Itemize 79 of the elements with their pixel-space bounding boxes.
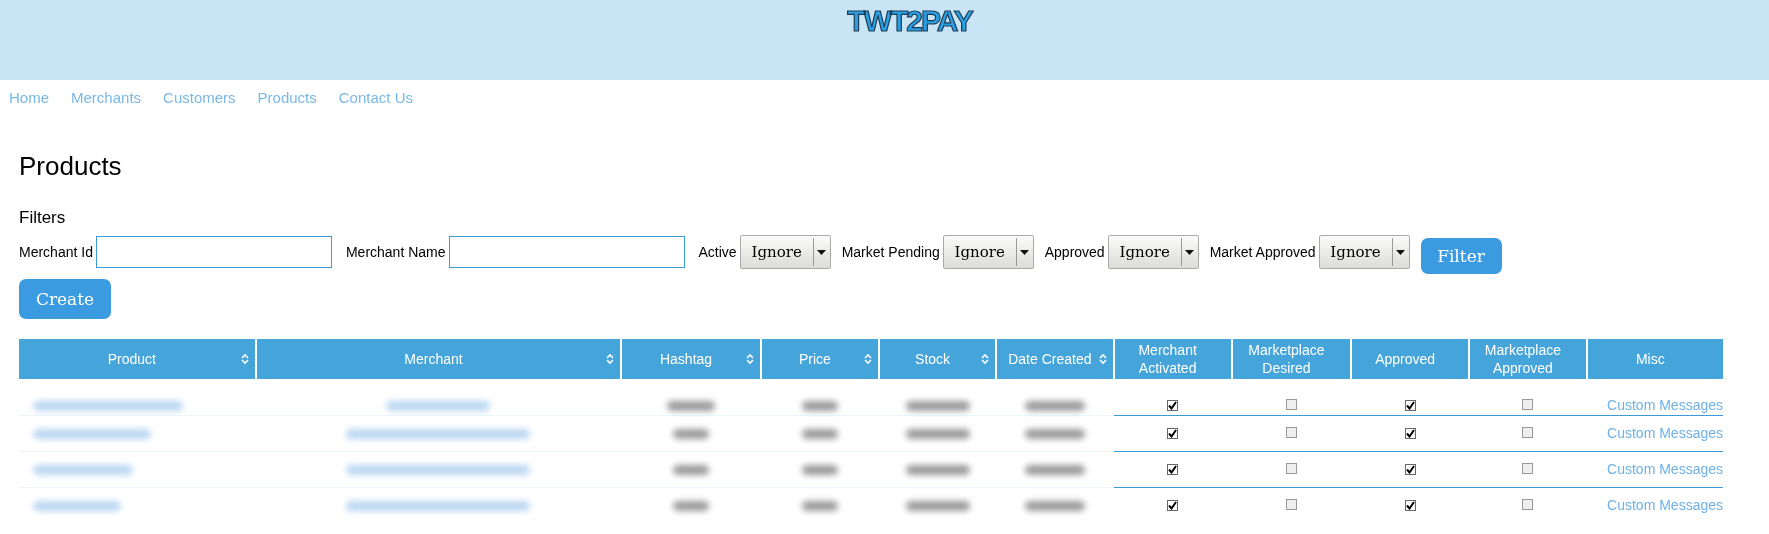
redacted-text — [667, 400, 716, 411]
column-header[interactable]: Stock — [878, 339, 997, 379]
redacted-text — [673, 501, 710, 511]
checkbox[interactable] — [1404, 464, 1416, 475]
nav-link[interactable]: Merchants — [71, 89, 142, 106]
caret-icon — [1396, 249, 1405, 255]
sort-icon — [863, 353, 872, 365]
column-header[interactable]: Date Created — [996, 339, 1114, 379]
column-header[interactable]: Marketplace Desired — [1231, 339, 1352, 379]
redacted-text — [801, 464, 838, 475]
logo[interactable]: TWT2PAY — [847, 6, 972, 36]
redacted-text — [1024, 501, 1085, 511]
sort-icon — [240, 353, 249, 365]
sort-icon — [606, 353, 615, 365]
filter-label: Market Approved — [1209, 244, 1316, 260]
redacted-text — [1024, 400, 1085, 411]
nav-link[interactable]: Customers — [163, 89, 236, 106]
input-field[interactable] — [95, 236, 332, 268]
column-header[interactable]: Merchant — [255, 339, 622, 379]
checkbox[interactable] — [1522, 499, 1534, 511]
custom-messages-link[interactable]: Custom Messages — [1607, 461, 1723, 477]
column-header[interactable]: Misc — [1586, 339, 1723, 379]
checkbox[interactable] — [1404, 500, 1416, 512]
filter-label: Merchant Id — [19, 244, 93, 260]
redacted-text — [801, 400, 838, 411]
caret-icon — [1020, 249, 1030, 255]
redacted-text — [801, 428, 838, 439]
redacted-text — [1024, 464, 1085, 475]
custom-messages-link[interactable]: Custom Messages — [1607, 497, 1723, 514]
redacted-text — [905, 464, 970, 475]
column-header[interactable]: Marketplace Approved — [1469, 339, 1587, 379]
dropdown[interactable]: Ignore — [739, 235, 831, 269]
checkbox[interactable] — [1167, 428, 1179, 439]
column-header[interactable]: Hashtag — [621, 339, 761, 379]
column-header[interactable]: Merchant Activated — [1113, 339, 1232, 379]
sort-icon — [1098, 353, 1107, 365]
filters-heading: Filters — [19, 208, 67, 228]
checkbox[interactable] — [1285, 499, 1297, 511]
checkbox[interactable] — [1285, 427, 1297, 438]
checkbox[interactable] — [1522, 398, 1534, 410]
nav-link[interactable]: Products — [257, 89, 317, 106]
filter-label: Market Pending — [841, 244, 940, 260]
filter-label: Merchant Name — [345, 244, 446, 260]
caret-icon — [817, 249, 827, 255]
redacted-text — [1024, 428, 1085, 439]
dropdown[interactable]: Ignore — [1107, 235, 1199, 269]
redacted-text — [801, 501, 838, 511]
redacted-text — [673, 464, 710, 475]
nav-link[interactable]: Contact Us — [338, 89, 413, 106]
filter-label: Approved — [1044, 244, 1105, 260]
dropdown[interactable]: Ignore — [942, 235, 1034, 269]
checkbox[interactable] — [1285, 463, 1297, 474]
redacted-text — [673, 428, 710, 439]
nav-link[interactable]: Home — [9, 89, 49, 106]
checkbox[interactable] — [1167, 399, 1179, 411]
checkbox[interactable] — [1167, 500, 1179, 512]
sort-icon — [745, 353, 754, 365]
caret-icon — [1185, 249, 1195, 255]
filter-label: Active — [698, 244, 737, 260]
redacted-text — [905, 501, 970, 511]
column-header[interactable]: Product — [19, 339, 256, 379]
checkbox[interactable] — [1404, 399, 1416, 411]
custom-messages-link[interactable]: Custom Messages — [1607, 396, 1723, 413]
page-title: Products — [19, 151, 123, 182]
redacted-text — [905, 400, 970, 411]
filter-button[interactable]: Filter — [1420, 238, 1502, 274]
column-header[interactable]: Price — [760, 339, 879, 379]
sort-icon — [981, 353, 990, 365]
column-header[interactable]: Approved — [1351, 339, 1470, 379]
checkbox[interactable] — [1404, 428, 1416, 439]
checkbox[interactable] — [1522, 463, 1534, 474]
checkbox[interactable] — [1167, 464, 1179, 475]
create-button[interactable]: Create — [19, 279, 111, 319]
custom-messages-link[interactable]: Custom Messages — [1607, 425, 1723, 441]
checkbox[interactable] — [1285, 398, 1297, 410]
redacted-text — [905, 428, 970, 439]
checkbox[interactable] — [1522, 427, 1534, 438]
input-field[interactable] — [448, 236, 685, 268]
dropdown[interactable]: Ignore — [1318, 235, 1410, 269]
